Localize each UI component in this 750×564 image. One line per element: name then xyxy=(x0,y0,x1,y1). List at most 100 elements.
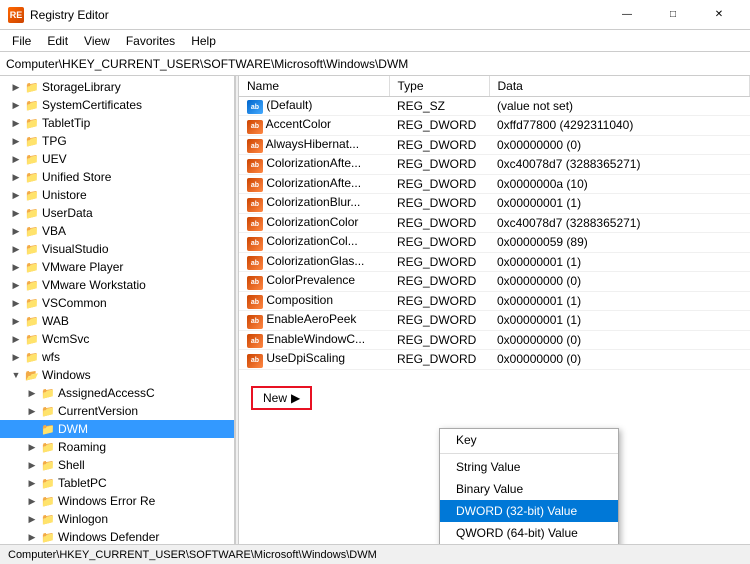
ctx-item-key[interactable]: Key xyxy=(440,429,618,451)
table-row[interactable]: ab CompositionREG_DWORD0x00000001 (1) xyxy=(239,291,750,311)
ctx-item-binary-value[interactable]: Binary Value xyxy=(440,478,618,500)
dword-icon: ab xyxy=(247,276,263,290)
tree-item-unistore[interactable]: ▶ 📁 Unistore xyxy=(0,186,234,204)
reg-type-cell: REG_DWORD xyxy=(389,252,489,272)
tree-item-windowserrorre[interactable]: ▶ 📁 Windows Error Re xyxy=(0,492,234,510)
expand-icon: ▶ xyxy=(24,460,40,471)
menu-file[interactable]: File xyxy=(4,32,39,50)
tree-item-visualstudio[interactable]: ▶ 📁 VisualStudio xyxy=(0,240,234,258)
table-row[interactable]: ab ColorizationBlur...REG_DWORD0x0000000… xyxy=(239,194,750,214)
tree-label: TabletPC xyxy=(56,476,107,490)
tree-label: VBA xyxy=(40,224,66,238)
menu-edit[interactable]: Edit xyxy=(39,32,76,50)
reg-data-cell: 0x00000001 (1) xyxy=(489,291,750,311)
expand-icon: ▶ xyxy=(8,82,24,93)
table-row[interactable]: ab UseDpiScalingREG_DWORD0x00000000 (0) xyxy=(239,350,750,370)
tree-item-currentversion[interactable]: ▶ 📁 CurrentVersion xyxy=(0,402,234,420)
expand-icon: ▶ xyxy=(24,496,40,507)
tree-item-uev[interactable]: ▶ 📁 UEV xyxy=(0,150,234,168)
new-button[interactable]: New ▶ xyxy=(251,386,312,410)
table-row[interactable]: ab ColorizationAfte...REG_DWORD0x0000000… xyxy=(239,174,750,194)
reg-data-cell: 0x00000001 (1) xyxy=(489,311,750,331)
folder-icon: 📁 xyxy=(24,117,40,130)
tree-item-windowsdefender[interactable]: ▶ 📁 Windows Defender xyxy=(0,528,234,544)
reg-data-cell: (value not set) xyxy=(489,96,750,116)
ctx-item-string-value[interactable]: String Value xyxy=(440,456,618,478)
table-row[interactable]: ab AccentColorREG_DWORD0xffd77800 (42923… xyxy=(239,116,750,136)
tree-item-storagelibrary[interactable]: ▶ 📁 StorageLibrary xyxy=(0,78,234,96)
reg-name-cell: ab AlwaysHibernat... xyxy=(239,135,389,155)
tree-item-userdata[interactable]: ▶ 📁 UserData xyxy=(0,204,234,222)
menu-view[interactable]: View xyxy=(76,32,118,50)
tree-item-tabletpc[interactable]: ▶ 📁 TabletPC xyxy=(0,474,234,492)
tree-item-roaming[interactable]: ▶ 📁 Roaming xyxy=(0,438,234,456)
table-row[interactable]: ab EnableAeroPeekREG_DWORD0x00000001 (1) xyxy=(239,311,750,331)
reg-type-cell: REG_DWORD xyxy=(389,350,489,370)
table-row[interactable]: ab (Default)REG_SZ(value not set) xyxy=(239,96,750,116)
dword-icon: ab xyxy=(247,198,263,212)
reg-data-cell: 0x00000000 (0) xyxy=(489,272,750,292)
reg-type-cell: REG_DWORD xyxy=(389,116,489,136)
tree-item-vmwareworkstation[interactable]: ▶ 📁 VMware Workstatio xyxy=(0,276,234,294)
table-row[interactable]: ab AlwaysHibernat...REG_DWORD0x00000000 … xyxy=(239,135,750,155)
dword-icon: ab xyxy=(247,217,263,231)
reg-type-cell: REG_SZ xyxy=(389,96,489,116)
reg-data-cell: 0xffd77800 (4292311040) xyxy=(489,116,750,136)
minimize-button[interactable]: — xyxy=(604,0,650,30)
expand-icon: ▶ xyxy=(8,226,24,237)
dword-icon: ab xyxy=(247,315,263,329)
tree-item-wcmsvc[interactable]: ▶ 📁 WcmSvc xyxy=(0,330,234,348)
tree-item-windows[interactable]: ▼ 📂 Windows xyxy=(0,366,234,384)
tree-item-systemcertificates[interactable]: ▶ 📁 SystemCertificates xyxy=(0,96,234,114)
tree-item-winlogon[interactable]: ▶ 📁 Winlogon xyxy=(0,510,234,528)
tree-item-wab[interactable]: ▶ 📁 WAB xyxy=(0,312,234,330)
title-bar-text: Registry Editor xyxy=(30,8,598,22)
tree-item-tablettip[interactable]: ▶ 📁 TabletTip xyxy=(0,114,234,132)
folder-icon: 📁 xyxy=(24,207,40,220)
tree-item-assignedaccessc[interactable]: ▶ 📁 AssignedAccessC xyxy=(0,384,234,402)
folder-icon: 📁 xyxy=(24,279,40,292)
tree-item-shell[interactable]: ▶ 📁 Shell xyxy=(0,456,234,474)
tree-label: UEV xyxy=(40,152,67,166)
reg-name-cell: ab EnableAeroPeek xyxy=(239,311,389,331)
folder-icon: 📁 xyxy=(24,225,40,238)
expand-icon: ▶ xyxy=(8,136,24,147)
tree-label: StorageLibrary xyxy=(40,80,121,94)
tree-item-vba[interactable]: ▶ 📁 VBA xyxy=(0,222,234,240)
table-row[interactable]: ab ColorizationAfte...REG_DWORD0xc40078d… xyxy=(239,155,750,175)
expand-icon: ▶ xyxy=(8,352,24,363)
expand-icon: ▶ xyxy=(24,514,40,525)
title-bar: RE Registry Editor — □ ✕ xyxy=(0,0,750,30)
close-button[interactable]: ✕ xyxy=(696,0,742,30)
tree-item-vscommon[interactable]: ▶ 📁 VSCommon xyxy=(0,294,234,312)
tree-item-unifiedstore[interactable]: ▶ 📁 Unified Store xyxy=(0,168,234,186)
table-row[interactable]: ab ColorizationGlas...REG_DWORD0x0000000… xyxy=(239,252,750,272)
ctx-item-dword-value[interactable]: DWORD (32-bit) Value xyxy=(440,500,618,522)
tree-panel[interactable]: ▶ 📁 StorageLibrary ▶ 📁 SystemCertificate… xyxy=(0,76,235,544)
table-row[interactable]: ab EnableWindowC...REG_DWORD0x00000000 (… xyxy=(239,330,750,350)
menu-help[interactable]: Help xyxy=(183,32,224,50)
reg-type-cell: REG_DWORD xyxy=(389,194,489,214)
folder-icon: 📁 xyxy=(24,315,40,328)
table-row[interactable]: ab ColorPrevalenceREG_DWORD0x00000000 (0… xyxy=(239,272,750,292)
expand-icon: ▶ xyxy=(24,388,40,399)
maximize-button[interactable]: □ xyxy=(650,0,696,30)
tree-label: UserData xyxy=(40,206,93,220)
reg-name-cell: ab ColorizationCol... xyxy=(239,233,389,253)
reg-type-cell: REG_DWORD xyxy=(389,291,489,311)
ctx-item-qword-value[interactable]: QWORD (64-bit) Value xyxy=(440,522,618,544)
tree-item-vmwareplayer[interactable]: ▶ 📁 VMware Player xyxy=(0,258,234,276)
table-row[interactable]: ab ColorizationCol...REG_DWORD0x00000059… xyxy=(239,233,750,253)
menu-favorites[interactable]: Favorites xyxy=(118,32,183,50)
expand-icon: ▶ xyxy=(8,334,24,345)
tree-item-wfs[interactable]: ▶ 📁 wfs xyxy=(0,348,234,366)
dword-icon: ab xyxy=(247,295,263,309)
table-row[interactable]: ab ColorizationColorREG_DWORD0xc40078d7 … xyxy=(239,213,750,233)
expand-icon: ▶ xyxy=(24,532,40,543)
tree-label: VMware Workstatio xyxy=(40,278,146,292)
tree-item-tpg[interactable]: ▶ 📁 TPG xyxy=(0,132,234,150)
tree-item-dwm[interactable]: 📁 DWM xyxy=(0,420,234,438)
folder-icon: 📁 xyxy=(24,333,40,346)
tree-label: Windows xyxy=(40,368,91,382)
col-header-name: Name xyxy=(239,76,389,96)
